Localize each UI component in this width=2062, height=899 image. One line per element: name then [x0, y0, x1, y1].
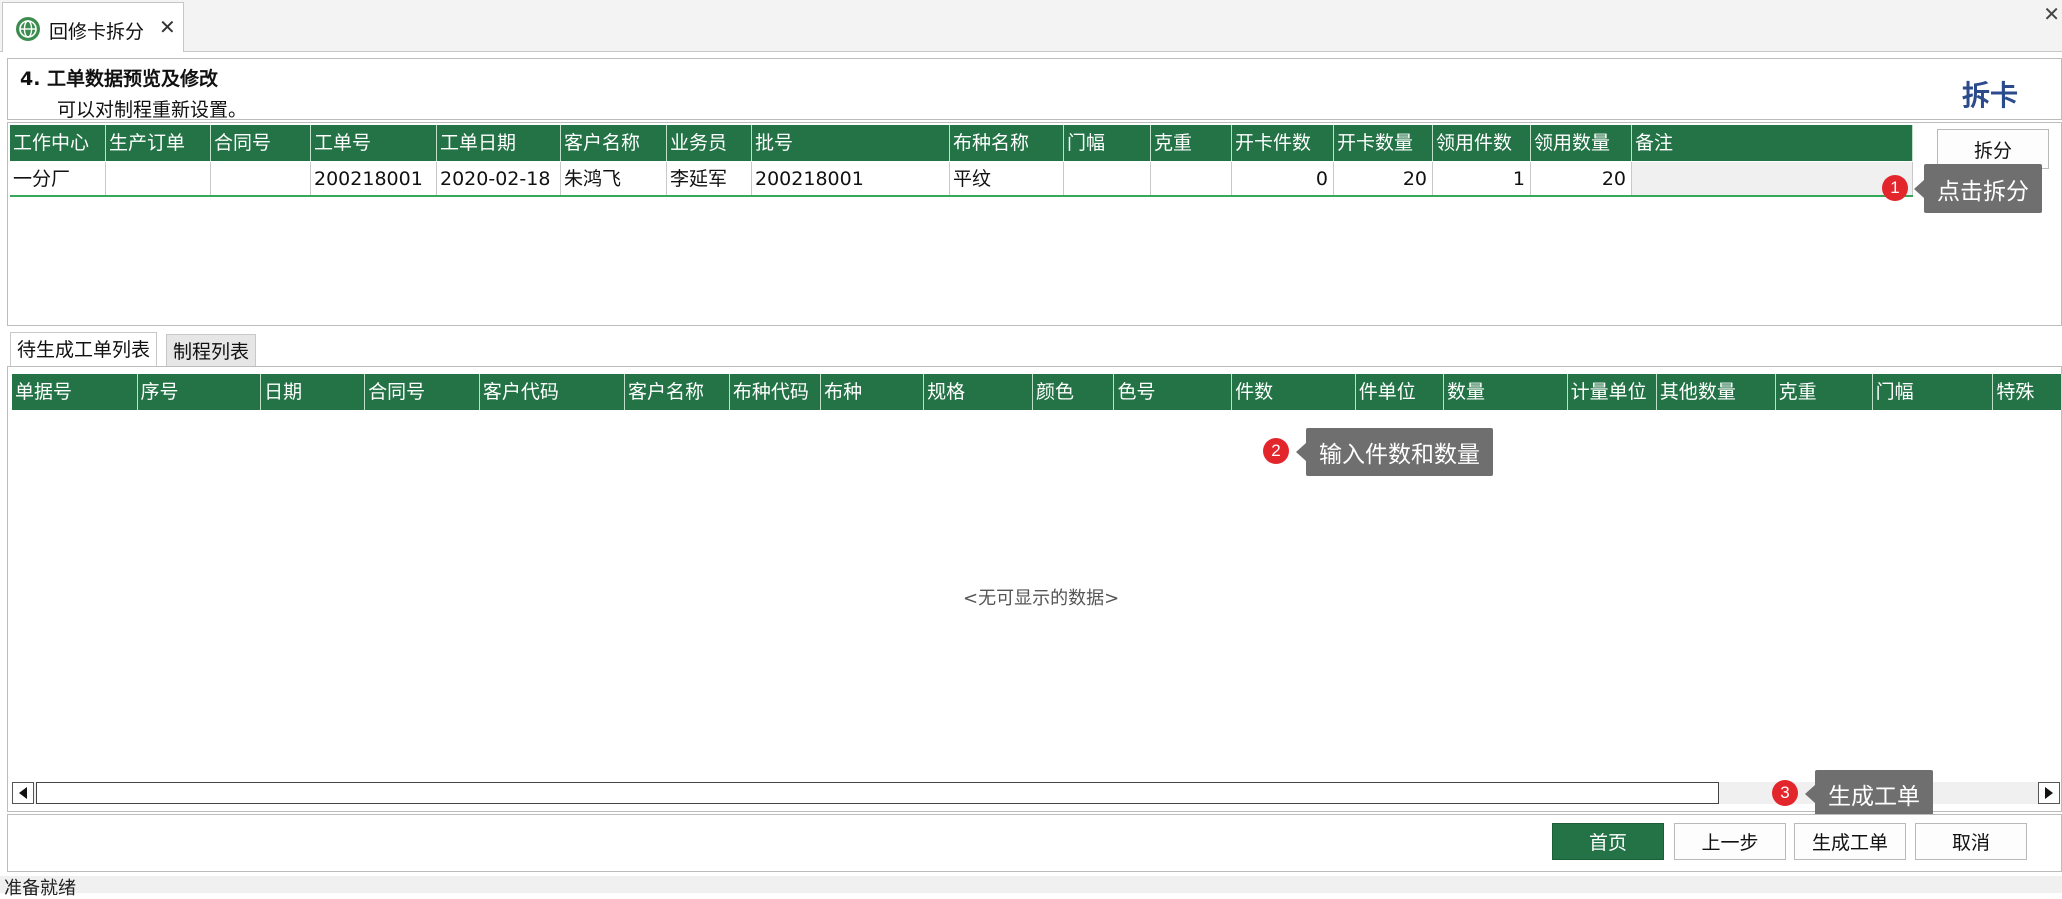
- window-close-icon[interactable]: ✕: [2043, 2, 2060, 26]
- column-header[interactable]: 颜色: [1033, 374, 1115, 410]
- table-cell[interactable]: 平纹: [950, 162, 1064, 195]
- status-bar: [0, 876, 2062, 893]
- table-cell[interactable]: 20: [1531, 162, 1632, 195]
- callout-generate-order: 生成工单: [1805, 770, 1933, 818]
- column-header[interactable]: 工单日期: [437, 125, 561, 161]
- column-header[interactable]: 门幅: [1873, 374, 1994, 410]
- callout-enter-quantity: 输入件数和数量: [1296, 428, 1493, 476]
- column-header[interactable]: 布种: [821, 374, 925, 410]
- split-card-heading: 拆卡: [1961, 79, 2018, 112]
- cancel-button[interactable]: 取消: [1915, 823, 2027, 860]
- column-header[interactable]: 单据号: [12, 374, 138, 410]
- column-header[interactable]: 布种名称: [950, 125, 1064, 161]
- column-header[interactable]: 业务员: [667, 125, 752, 161]
- horizontal-scrollbar[interactable]: [12, 782, 2060, 804]
- table-cell[interactable]: [1632, 162, 1913, 195]
- column-header[interactable]: 领用件数: [1433, 125, 1531, 161]
- table-cell[interactable]: 200218001: [752, 162, 950, 195]
- table-cell[interactable]: 2020-02-18: [437, 162, 561, 195]
- table-cell[interactable]: [211, 162, 311, 195]
- previous-step-button[interactable]: 上一步: [1674, 823, 1786, 860]
- generate-order-button[interactable]: 生成工单: [1794, 823, 1906, 860]
- column-header[interactable]: 特殊: [1993, 374, 2062, 410]
- column-header[interactable]: 日期: [261, 374, 366, 410]
- table-cell[interactable]: [1064, 162, 1151, 195]
- column-header[interactable]: 其他数量: [1657, 374, 1776, 410]
- column-header[interactable]: 客户代码: [480, 374, 625, 410]
- tab-pending-work-orders[interactable]: 待生成工单列表: [10, 332, 158, 366]
- column-header[interactable]: 领用数量: [1531, 125, 1632, 161]
- step-description: 可以对制程重新设置。: [57, 99, 248, 121]
- column-header[interactable]: 备注: [1632, 125, 1913, 161]
- table-cell[interactable]: [1151, 162, 1232, 195]
- column-header[interactable]: 布种代码: [730, 374, 822, 410]
- column-header[interactable]: 门幅: [1064, 125, 1151, 161]
- column-header[interactable]: 数量: [1444, 374, 1568, 410]
- column-header[interactable]: 工作中心: [10, 125, 106, 161]
- document-tab-title: 回修卡拆分: [49, 21, 145, 43]
- column-header[interactable]: 客户名称: [625, 374, 730, 410]
- pending-orders-grid-header: 单据号 序号 日期 合同号 客户代码 客户名称 布种代码 布种 规格 颜色 色号…: [12, 374, 2062, 410]
- scroll-left-arrow-icon[interactable]: [12, 782, 34, 804]
- callout-click-split: 点击拆分: [1914, 164, 2042, 213]
- table-cell[interactable]: 一分厂: [10, 162, 106, 195]
- scrollbar-thumb[interactable]: [36, 782, 1719, 804]
- column-header[interactable]: 计量单位: [1568, 374, 1657, 410]
- column-header[interactable]: 批号: [752, 125, 950, 161]
- table-cell[interactable]: 朱鸿飞: [561, 162, 667, 195]
- tab-close-icon[interactable]: ✕: [159, 15, 176, 39]
- status-text: 准备就绪: [4, 878, 76, 899]
- column-header[interactable]: 件数: [1232, 374, 1356, 410]
- document-tab-strip: [0, 0, 2062, 52]
- column-header[interactable]: 色号: [1114, 374, 1233, 410]
- step-2-badge: 2: [1263, 438, 1289, 464]
- column-header[interactable]: 开卡数量: [1334, 125, 1433, 161]
- step-title: 4. 工单数据预览及修改: [20, 68, 219, 90]
- split-button[interactable]: 拆分: [1937, 129, 2049, 169]
- column-header[interactable]: 序号: [138, 374, 262, 410]
- table-cell[interactable]: 李延军: [667, 162, 752, 195]
- column-header[interactable]: 开卡件数: [1232, 125, 1334, 161]
- empty-grid-message: <无可显示的数据>: [963, 588, 1120, 609]
- scroll-right-arrow-icon[interactable]: [2038, 782, 2060, 804]
- column-header[interactable]: 规格: [924, 374, 1034, 410]
- column-header[interactable]: 合同号: [211, 125, 311, 161]
- home-button[interactable]: 首页: [1552, 823, 1664, 860]
- table-cell[interactable]: [106, 162, 211, 195]
- table-cell[interactable]: 0: [1232, 162, 1334, 195]
- module-globe-icon: [16, 17, 40, 41]
- column-header[interactable]: 件单位: [1356, 374, 1445, 410]
- column-header[interactable]: 工单号: [311, 125, 437, 161]
- document-tab[interactable]: 回修卡拆分 ✕: [2, 2, 184, 52]
- step-1-badge: 1: [1882, 175, 1908, 201]
- table-row[interactable]: 一分厂 200218001 2020-02-18 朱鸿飞 李延军 2002180…: [10, 162, 1913, 197]
- work-order-grid-header: 工作中心 生产订单 合同号 工单号 工单日期 客户名称 业务员 批号 布种名称 …: [10, 125, 1913, 161]
- table-cell[interactable]: 200218001: [311, 162, 437, 195]
- column-header[interactable]: 克重: [1776, 374, 1873, 410]
- column-header[interactable]: 合同号: [365, 374, 480, 410]
- table-cell[interactable]: 20: [1334, 162, 1433, 195]
- column-header[interactable]: 生产订单: [106, 125, 211, 161]
- tab-process-list[interactable]: 制程列表: [166, 334, 257, 368]
- step-header-panel: [7, 58, 2062, 120]
- table-cell[interactable]: 1: [1433, 162, 1531, 195]
- column-header[interactable]: 克重: [1151, 125, 1232, 161]
- column-header[interactable]: 客户名称: [561, 125, 667, 161]
- step-3-badge: 3: [1772, 780, 1798, 806]
